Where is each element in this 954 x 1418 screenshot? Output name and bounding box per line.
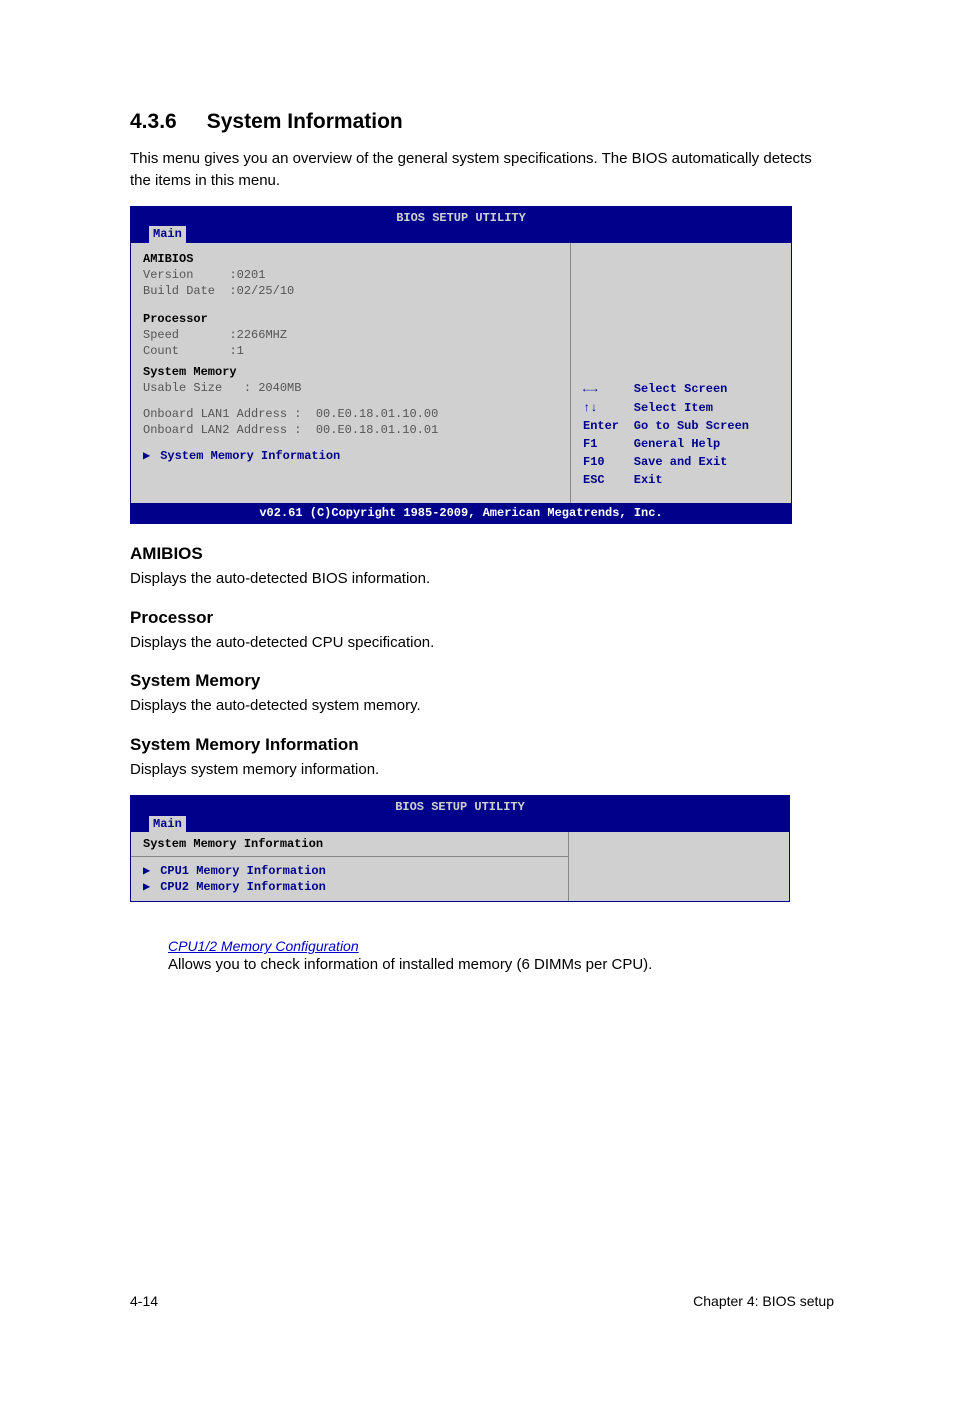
sysmem-subheading: System Memory: [130, 671, 834, 691]
count-label: Count: [143, 344, 179, 358]
bios2-heading: System Memory Information: [131, 832, 568, 857]
bios-help-pane: ←→Select Screen ↑↓Select Item EnterGo to…: [571, 243, 791, 503]
speed-label: Speed: [143, 328, 179, 342]
submenu-system-memory-info: ▶ System Memory Information: [143, 448, 558, 464]
cpu1-label: CPU1 Memory Information: [160, 864, 326, 878]
triangle-icon: ▶: [143, 879, 153, 895]
chapter-label: Chapter 4: BIOS setup: [693, 1293, 834, 1309]
processor-subheading: Processor: [130, 608, 834, 628]
section-intro: This menu gives you an overview of the g…: [130, 148, 834, 192]
bios2-title: BIOS SETUP UTILITY: [131, 798, 789, 815]
help-enter: Go to Sub Screen: [634, 418, 779, 434]
page-number: 4-14: [130, 1293, 158, 1309]
bios-title-bar: BIOS SETUP UTILITY Main: [131, 207, 791, 243]
help-f1-key: F1: [583, 436, 632, 452]
bios-footer: v02.61 (C)Copyright 1985-2009, American …: [131, 503, 791, 523]
usable-label: Usable Size: [143, 381, 222, 395]
submenu-label: System Memory Information: [160, 449, 340, 463]
help-enter-key: Enter: [583, 418, 632, 434]
lan2-label: Onboard LAN2 Address :: [143, 423, 301, 437]
version-label: Version: [143, 268, 193, 282]
help-f10: Save and Exit: [634, 454, 779, 470]
cpu1-memory-info: ▶ CPU1 Memory Information: [143, 863, 556, 879]
cpu-memory-config-link[interactable]: CPU1/2 Memory Configuration: [168, 938, 834, 954]
sysmeminfo-text: Displays system memory information.: [130, 759, 834, 781]
sysmem-heading: System Memory: [143, 365, 237, 379]
help-selectscreen-key: ←→: [583, 381, 632, 397]
lan1-value: 00.E0.18.01.10.00: [316, 407, 438, 421]
bios-main-tab: Main: [149, 226, 186, 242]
bios2-title-bar: BIOS SETUP UTILITY Main: [131, 796, 789, 832]
bios-title: BIOS SETUP UTILITY: [131, 209, 791, 226]
bios-screenshot-sysmeminfo: BIOS SETUP UTILITY Main System Memory In…: [130, 795, 790, 903]
cpu2-memory-info: ▶ CPU2 Memory Information: [143, 879, 556, 895]
processor-heading: Processor: [143, 312, 208, 326]
lan2-value: 00.E0.18.01.10.01: [316, 423, 438, 437]
build-value: :02/25/10: [229, 284, 294, 298]
speed-value: :2266MHZ: [229, 328, 287, 342]
triangle-icon: ▶: [143, 863, 153, 879]
section-title-text: System Information: [207, 110, 403, 133]
help-esc-key: ESC: [583, 472, 632, 488]
section-heading: 4.3.6 System Information: [130, 110, 834, 134]
help-selectitem-key: ↑↓: [583, 400, 632, 416]
usable-value: : 2040MB: [244, 381, 302, 395]
amibios-heading: AMIBIOS: [143, 252, 193, 266]
build-label: Build Date: [143, 284, 215, 298]
amibios-text: Displays the auto-detected BIOS informat…: [130, 568, 834, 590]
help-selectitem: Select Item: [634, 400, 779, 416]
sysmeminfo-subheading: System Memory Information: [130, 735, 834, 755]
section-number: 4.3.6: [130, 110, 177, 134]
cpu2-label: CPU2 Memory Information: [160, 880, 326, 894]
help-selectscreen: Select Screen: [634, 381, 779, 397]
version-value: :0201: [229, 268, 265, 282]
cpu-memory-config-desc: Allows you to check information of insta…: [168, 956, 834, 973]
help-esc: Exit: [634, 472, 779, 488]
bios-left-pane: AMIBIOS Version :0201 Build Date :02/25/…: [131, 243, 571, 503]
help-f10-key: F10: [583, 454, 632, 470]
help-f1: General Help: [634, 436, 779, 452]
amibios-subheading: AMIBIOS: [130, 544, 834, 564]
processor-text: Displays the auto-detected CPU specifica…: [130, 632, 834, 654]
lan1-label: Onboard LAN1 Address :: [143, 407, 301, 421]
count-value: :1: [229, 344, 243, 358]
torn-edge-decoration: [130, 902, 790, 924]
bios-screenshot-main: BIOS SETUP UTILITY Main AMIBIOS Version …: [130, 206, 792, 524]
bios2-main-tab: Main: [149, 816, 186, 832]
sysmem-text: Displays the auto-detected system memory…: [130, 695, 834, 717]
triangle-icon: ▶: [143, 448, 153, 464]
